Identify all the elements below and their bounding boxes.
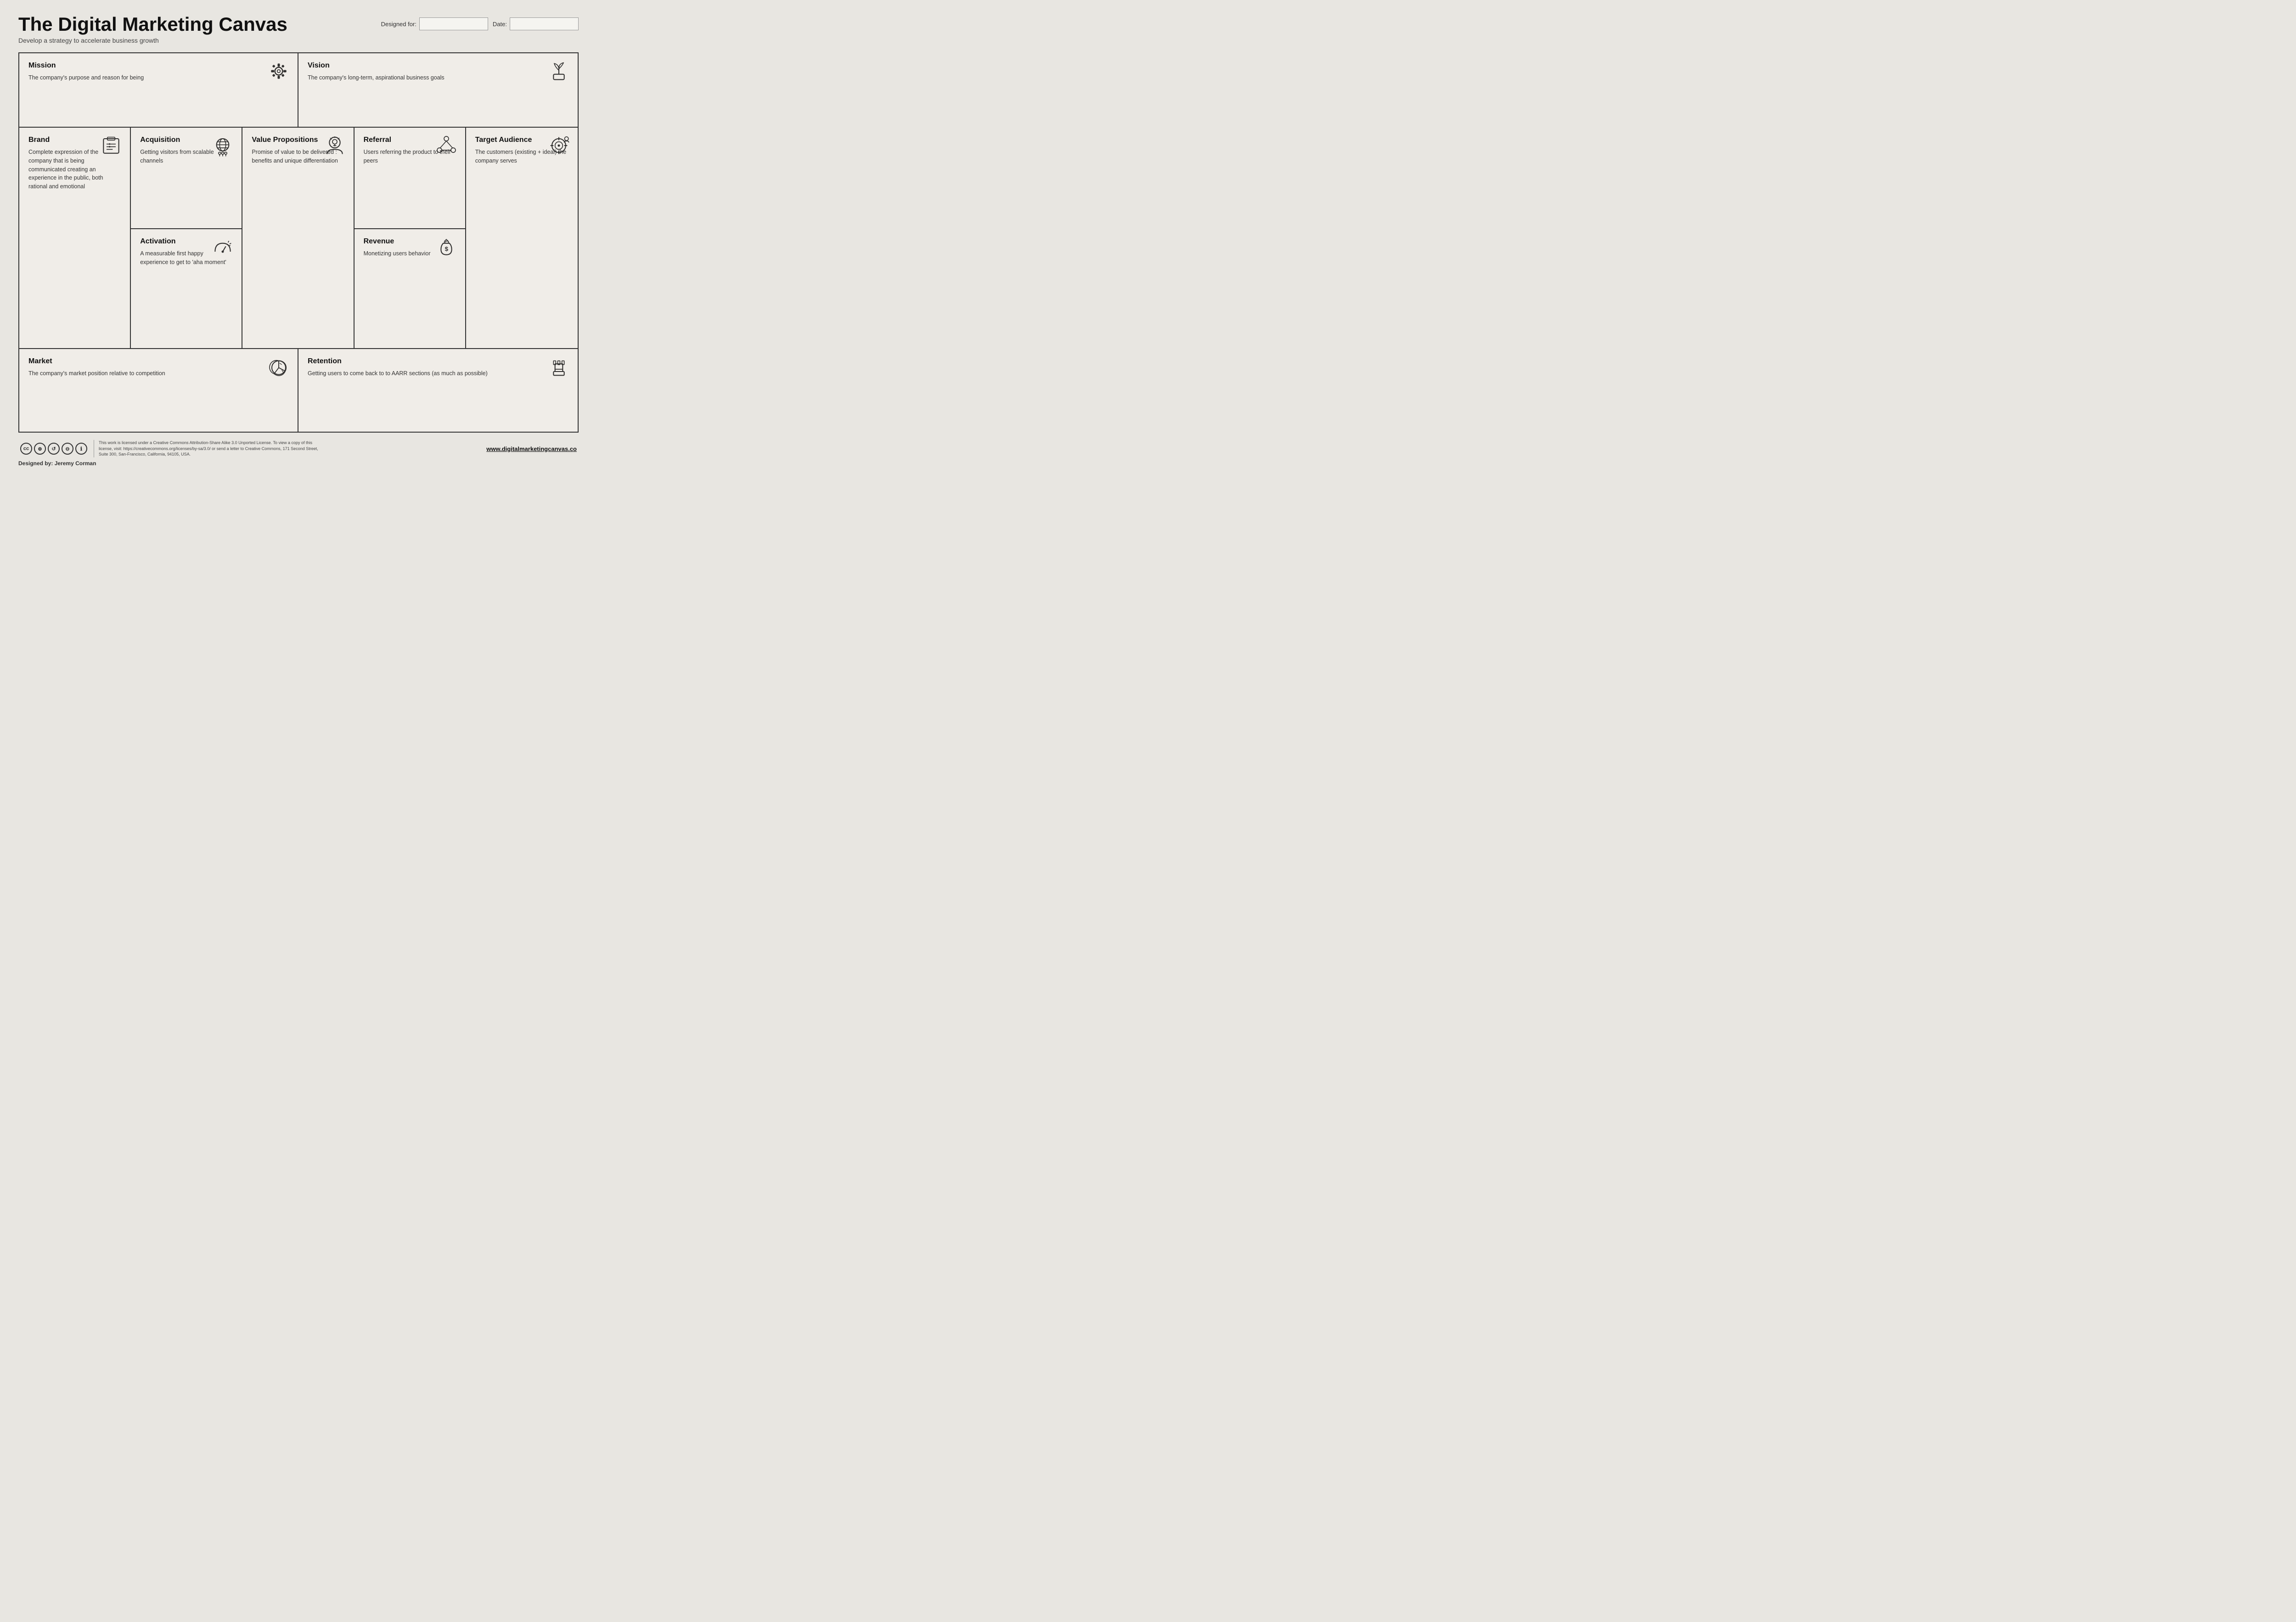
cc-icon-by: ⊕ — [34, 443, 46, 455]
cell-acquisition: Acquisition Getting visitors from scalab… — [131, 128, 242, 229]
brand-icon — [100, 134, 123, 161]
vision-icon — [547, 60, 570, 87]
col-value-props: Value Propositions Promise of value to b… — [242, 128, 354, 348]
cell-vision: Vision The company's long-term, aspirati… — [298, 53, 578, 127]
col-acquisition-activation: Acquisition Getting visitors from scalab… — [131, 128, 242, 348]
header-left: The Digital Marketing Canvas Develop a s… — [18, 14, 287, 44]
market-icon — [267, 355, 290, 383]
col-referral-revenue: Referral Users referring the product to … — [355, 128, 466, 348]
retention-title: Retention — [308, 357, 568, 366]
canvas: Mission The company's purpose and reason… — [18, 52, 579, 433]
value-props-icon — [323, 134, 346, 161]
designed-by-label: Designed by: — [18, 460, 53, 467]
header-right: Designed for: Date: — [381, 17, 579, 30]
footer-left: cc ⊕ ↺ ⊖ ℹ This work is licensed under a… — [20, 440, 323, 457]
target-audience-icon — [547, 134, 570, 161]
designed-for-field: Designed for: — [381, 17, 488, 30]
website-url: www.digitalmarketingcanvas.co — [486, 445, 577, 452]
designer-name: Jeremy Corman — [55, 460, 96, 467]
cell-market: Market The company's market position rel… — [19, 349, 298, 432]
vision-desc: The company's long-term, aspirational bu… — [308, 73, 568, 82]
designed-for-label: Designed for: — [381, 21, 416, 28]
retention-desc: Getting users to come back to to AARR se… — [308, 369, 568, 378]
revenue-icon: $ — [435, 236, 458, 263]
designed-for-input[interactable] — [419, 17, 488, 30]
mission-icon — [267, 60, 290, 87]
cell-mission: Mission The company's purpose and reason… — [19, 53, 298, 127]
cell-retention: Retention Getting users to come back to … — [298, 349, 578, 432]
page-title: The Digital Marketing Canvas — [18, 14, 287, 35]
page-subtitle: Develop a strategy to accelerate busines… — [18, 37, 287, 44]
market-title: Market — [28, 357, 288, 366]
page-header: The Digital Marketing Canvas Develop a s… — [18, 14, 579, 44]
market-desc: The company's market position relative t… — [28, 369, 288, 378]
footer-license-text: This work is licensed under a Creative C… — [94, 440, 323, 457]
cell-value-propositions: Value Propositions Promise of value to b… — [242, 128, 353, 348]
cc-icon-nc: ℹ — [75, 443, 87, 455]
mission-desc: The company's purpose and reason for bei… — [28, 73, 288, 82]
designed-by: Designed by: Jeremy Corman — [18, 460, 579, 467]
cc-icon-nd: ⊖ — [62, 443, 73, 455]
row-mission-vision: Mission The company's purpose and reason… — [19, 53, 578, 128]
retention-icon — [547, 355, 570, 383]
date-input[interactable] — [510, 17, 579, 30]
date-field: Date: — [493, 17, 579, 30]
cell-brand: Brand Complete expression of the company… — [19, 128, 130, 348]
cell-revenue: Revenue Monetizing users behavior $ — [355, 229, 465, 348]
cc-icon-sa: ↺ — [48, 443, 60, 455]
acquisition-icon — [211, 134, 234, 161]
footer: cc ⊕ ↺ ⊖ ℹ This work is licensed under a… — [18, 440, 579, 457]
vision-title: Vision — [308, 62, 568, 70]
footer-url: www.digitalmarketingcanvas.co — [486, 445, 577, 452]
referral-icon — [435, 134, 458, 161]
row-main: Brand Complete expression of the company… — [19, 128, 578, 349]
row-market-retention: Market The company's market position rel… — [19, 349, 578, 432]
date-label: Date: — [493, 21, 507, 28]
activation-icon — [211, 236, 234, 263]
cell-referral: Referral Users referring the product to … — [355, 128, 465, 229]
cc-icon-cc: cc — [20, 443, 32, 455]
cc-icons: cc ⊕ ↺ ⊖ ℹ — [20, 443, 87, 455]
col-brand: Brand Complete expression of the company… — [19, 128, 131, 348]
mission-title: Mission — [28, 62, 288, 70]
svg-text:$: $ — [445, 246, 448, 253]
cell-target-audience: Target Audience The customers (existing … — [466, 128, 578, 348]
col-target-audience: Target Audience The customers (existing … — [466, 128, 578, 348]
cell-activation: Activation A measurable first happy expe… — [131, 229, 242, 348]
